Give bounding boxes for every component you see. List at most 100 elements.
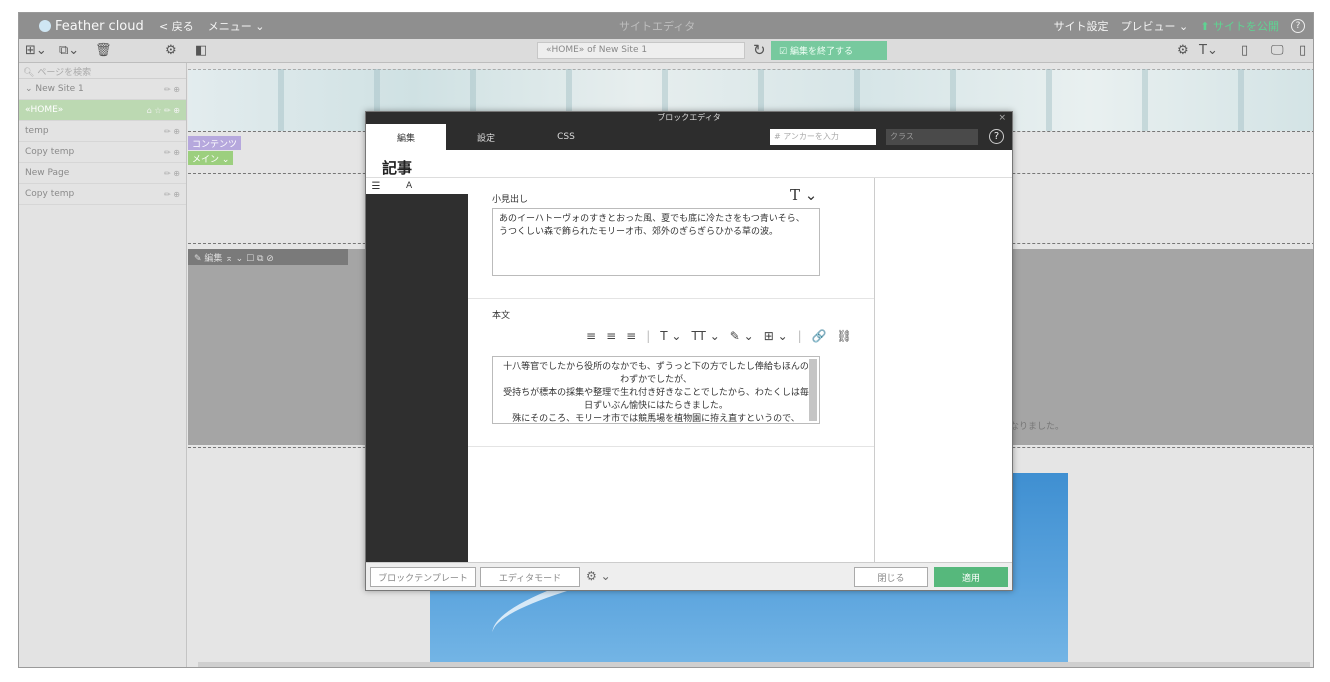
horizontal-scrollbar[interactable] xyxy=(198,662,1310,667)
copy-page-icon[interactable]: ⧉⌄ xyxy=(59,43,79,58)
drag-handle-icon[interactable]: ☰ xyxy=(366,181,386,192)
link-icon[interactable]: 🔗 xyxy=(812,329,827,343)
main-area-tag[interactable]: メイン ⌄ xyxy=(188,151,234,165)
back-button[interactable]: < 戻る xyxy=(159,18,194,34)
publish-site-button[interactable]: ⬆ サイトを公開 xyxy=(1200,18,1279,34)
dialog-tabs: 編集 設定 CSS # アンカーを入力 クラス ? xyxy=(366,124,1012,150)
checkbox-icon: ☑ xyxy=(779,47,788,57)
toolbar-divider: | xyxy=(646,329,651,343)
field-divider xyxy=(468,446,874,447)
page-tree-item-tools[interactable]: ✏ ⊕ xyxy=(164,85,180,94)
desktop-view-icon[interactable]: 🖵 xyxy=(1271,43,1284,58)
tab-css[interactable]: CSS xyxy=(526,124,606,150)
sidebar-toggle-icon[interactable]: ◧ xyxy=(195,43,207,58)
block-outline-item[interactable]: ☰ A xyxy=(366,178,468,194)
settings-icon[interactable]: ⚙ xyxy=(1177,43,1189,58)
reload-icon[interactable]: ↻ xyxy=(753,41,766,59)
editor-mode-button[interactable]: エディタモード xyxy=(480,567,580,587)
page-title: サイトエディタ xyxy=(619,20,696,33)
page-tree-item-tools[interactable]: ✏ ⊕ xyxy=(164,169,180,178)
feather-logo-icon xyxy=(39,20,51,32)
page-tree-item[interactable]: Copy temp ✏ ⊕ xyxy=(19,142,186,163)
text-color-dropdown[interactable]: ✎ ⌄ xyxy=(730,329,754,343)
body-line: 殊にそのころ、モリーオ市では競馬場を植物園に拵え直すというので、 xyxy=(512,414,800,424)
page-tree-item[interactable]: New Page ✏ ⊕ xyxy=(19,163,186,184)
page-tree-item-label: temp xyxy=(25,126,49,136)
toolbar-divider: | xyxy=(797,329,802,343)
content-area-tag[interactable]: コンテンツ xyxy=(188,136,242,150)
font-dropdown[interactable]: T ⌄ xyxy=(660,329,681,343)
page-search-placeholder: ページを検索 xyxy=(37,68,92,78)
block-preview-panel xyxy=(874,178,1012,562)
top-bar: Feather cloud < 戻る メニュー ⌄ サイトエディタ サイト設定 … xyxy=(19,13,1313,39)
page-tree-item-label: «HOME» xyxy=(25,105,64,115)
block-heading: 記事 xyxy=(366,150,1012,178)
page-tree-item[interactable]: ⌄ New Site 1 ✏ ⊕ xyxy=(19,79,186,100)
page-tree-item-label: Copy temp xyxy=(25,147,75,157)
gear-dropdown-icon[interactable]: ⚙ ⌄ xyxy=(586,569,611,583)
page-url-field[interactable]: «HOME» of New Site 1 xyxy=(537,42,745,59)
block-outline-panel: ☰ A xyxy=(366,178,468,562)
menu-dropdown[interactable]: メニュー ⌄ xyxy=(208,18,265,34)
dialog-body: ☰ A 小見出し T ⌄ あのイーハトーヴォのすきとおった風、夏でも底に冷たさを… xyxy=(366,178,1012,562)
table-dropdown[interactable]: ⊞ ⌄ xyxy=(764,329,788,343)
body-label: 本文 xyxy=(492,311,511,321)
body-line: 受持ちが標本の採集や整理で生れ付き好きなことでしたから、わたくしは毎日ずいぶん愉… xyxy=(503,388,809,411)
page-tree-item-tools[interactable]: ✏ ⊕ xyxy=(164,190,180,199)
font-size-icon[interactable]: T⌄ xyxy=(1199,43,1218,58)
rich-text-toolbar: ≡ ≡ ≡ | T ⌄ TT ⌄ ✎ ⌄ ⊞ ⌄ | 🔗 ⛓ xyxy=(586,329,852,343)
body-textarea[interactable]: 十八等官でしたから役所のなかでも、ずうっと下の方でしたし俸給もほんのわずかでした… xyxy=(492,356,820,424)
tab-settings[interactable]: 設定 xyxy=(446,124,526,150)
class-input[interactable]: クラス xyxy=(886,129,978,145)
block-fields-panel: 小見出し T ⌄ あのイーハトーヴォのすきとおった風、夏でも底に冷たさをもつ青い… xyxy=(468,178,874,562)
align-left-icon[interactable]: ≡ xyxy=(586,329,596,343)
tab-edit[interactable]: 編集 xyxy=(366,124,446,150)
page-tree-item-tools[interactable]: ✏ ⊕ xyxy=(164,148,180,157)
tablet-view-icon[interactable]: ▯ xyxy=(1241,43,1248,58)
align-center-icon[interactable]: ≡ xyxy=(606,329,616,343)
site-settings-button[interactable]: サイト設定 xyxy=(1054,18,1109,34)
dialog-title-bar: ブロックエディタ × xyxy=(366,112,1012,124)
mobile-view-icon[interactable]: ▯ xyxy=(1299,43,1306,58)
finish-edit-label: 編集を終了する xyxy=(789,47,853,57)
subheading-textarea[interactable]: あのイーハトーヴォのすきとおった風、夏でも底に冷たさをもつ青いそら、 うつくしい… xyxy=(492,208,820,276)
page-search-input[interactable]: 🔍︎ ページを検索 xyxy=(19,63,186,79)
page-tree-item-home[interactable]: «HOME» ⌂ ☆ ✏ ⊕ xyxy=(19,100,186,121)
page-tree-item-label: Copy temp xyxy=(25,189,75,199)
app-logo[interactable]: Feather cloud xyxy=(39,19,149,34)
unlink-icon[interactable]: ⛓ xyxy=(837,329,852,343)
page-tree-item-tools[interactable]: ⌂ ☆ ✏ ⊕ xyxy=(147,106,180,115)
anchor-input[interactable]: # アンカーを入力 xyxy=(770,129,876,145)
font-style-button[interactable]: T ⌄ xyxy=(790,186,817,204)
gear-icon[interactable]: ⚙ xyxy=(165,43,177,58)
help-icon[interactable]: ? xyxy=(989,129,1004,144)
apply-button[interactable]: 適用 xyxy=(934,567,1008,587)
help-icon[interactable]: ? xyxy=(1291,19,1305,33)
textarea-scrollbar[interactable] xyxy=(809,359,817,421)
font-size-dropdown[interactable]: TT ⌄ xyxy=(691,329,719,343)
dialog-title: ブロックエディタ xyxy=(657,113,721,122)
page-tree-item-tools[interactable]: ✏ ⊕ xyxy=(164,127,180,136)
field-divider xyxy=(468,298,874,299)
close-icon[interactable]: × xyxy=(998,112,1006,124)
top-bar-actions: サイト設定 プレビュー ⌄ ⬆ サイトを公開 ? xyxy=(1054,18,1305,34)
publish-label: サイトを公開 xyxy=(1213,20,1279,33)
page-tree-item-label: ⌄ New Site 1 xyxy=(25,84,84,94)
finish-edit-button[interactable]: ☑ 編集を終了する xyxy=(771,41,887,60)
app-logo-text: Feather cloud xyxy=(55,18,144,34)
preview-dropdown[interactable]: プレビュー ⌄ xyxy=(1121,18,1189,34)
subheading-label: 小見出し xyxy=(492,195,529,205)
publish-icon: ⬆ xyxy=(1200,20,1210,33)
align-right-icon[interactable]: ≡ xyxy=(626,329,636,343)
page-tree-item[interactable]: Copy temp ✏ ⊕ xyxy=(19,184,186,205)
trash-icon[interactable]: 🗑 xyxy=(95,43,112,58)
block-template-button[interactable]: ブロックテンプレート xyxy=(370,567,476,587)
add-page-icon[interactable]: ⊞⌄ xyxy=(25,43,47,58)
page-tree-item-label: New Page xyxy=(25,168,70,178)
page-tree-item[interactable]: temp ✏ ⊕ xyxy=(19,121,186,142)
block-edit-toolbar[interactable]: ✎ 編集 ⌅ ⌄ ☐ ⧉ ⊘ xyxy=(188,249,348,265)
dialog-footer: ブロックテンプレート エディタモード ⚙ ⌄ 閉じる 適用 xyxy=(366,562,1012,590)
page-tree-sidebar: 🔍︎ ページを検索 ⌄ New Site 1 ✏ ⊕ «HOME» ⌂ ☆ ✏ … xyxy=(19,63,187,667)
close-button[interactable]: 閉じる xyxy=(854,567,928,587)
body-line: 十八等官でしたから役所のなかでも、ずうっと下の方でしたし俸給もほんのわずかでした… xyxy=(503,362,809,385)
